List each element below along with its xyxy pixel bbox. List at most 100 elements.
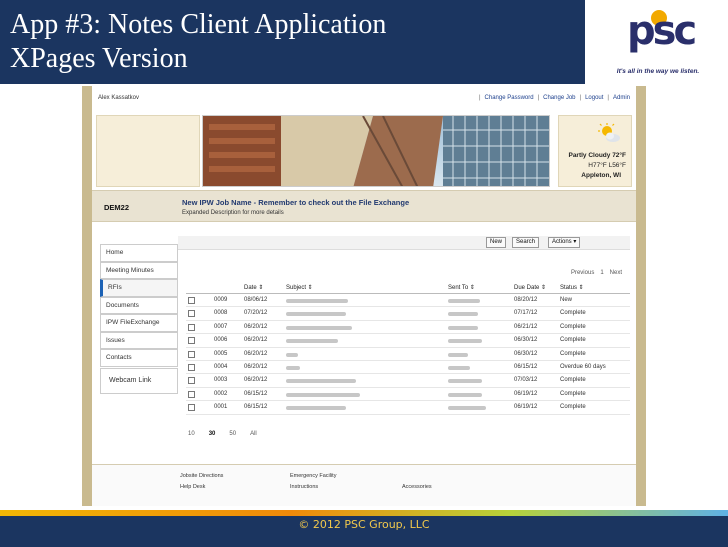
logo-tagline: It's all in the way we listen. (616, 68, 700, 75)
pager-next[interactable]: Next (610, 270, 622, 276)
table-row[interactable]: 0003 06/20/12 07/03/12 Complete (186, 374, 630, 388)
row-checkbox[interactable] (188, 363, 195, 371)
job-bar: DEM22 New IPW Job Name - Remember to che… (92, 190, 636, 222)
row-sent-to-redacted (448, 299, 480, 303)
row-subject-redacted[interactable] (286, 392, 360, 397)
row-date: 07/20/12 (244, 310, 268, 317)
weather-widget: Partly Cloudy 72°F H77°F L56°F Appleton,… (558, 115, 632, 187)
row-subject-redacted[interactable] (286, 406, 346, 411)
table-body: 0009 08/06/12 08/20/12 New 0008 07/20/12 07/17… (186, 294, 630, 415)
nav-item-meeting-minutes[interactable]: Meeting Minutes (100, 261, 178, 279)
app-page: Alex Kassatkov | Change Password | Chang… (92, 86, 636, 506)
row-checkbox[interactable] (188, 350, 195, 358)
pager-previous[interactable]: Previous (571, 270, 594, 276)
page-size-50[interactable]: 50 (229, 431, 236, 437)
col-due-date[interactable]: Due Date ⇕ (514, 284, 546, 291)
table-row[interactable]: 0001 06/15/12 06/19/12 Complete (186, 401, 630, 415)
col-status[interactable]: Status ⇕ (560, 284, 584, 291)
top-bar: Alex Kassatkov | Change Password | Chang… (92, 92, 636, 106)
table-row[interactable]: 0008 07/20/12 07/17/12 Complete (186, 307, 630, 321)
row-number: 0008 (214, 310, 228, 317)
row-checkbox[interactable] (188, 404, 195, 412)
instructions-link[interactable]: Instructions (290, 484, 318, 490)
new-button[interactable]: New (486, 237, 507, 248)
banner-row: Partly Cloudy 72°F H77°F L56°F Appleton,… (92, 112, 636, 190)
row-checkbox[interactable] (188, 337, 195, 345)
table-row[interactable]: 0006 06/20/12 06/30/12 Complete (186, 334, 630, 348)
row-checkbox[interactable] (188, 297, 195, 304)
row-checkbox[interactable] (188, 310, 195, 318)
row-date: 06/20/12 (244, 363, 268, 370)
col-date[interactable]: Date ⇕ (244, 284, 263, 291)
nav-item-ipw-fileexchange[interactable]: IPW FileExchange (100, 314, 178, 332)
pager-page[interactable]: 1 (600, 270, 603, 276)
nav-item-contacts[interactable]: Contacts (100, 349, 178, 367)
row-number: 0006 (214, 337, 228, 344)
row-checkbox[interactable] (188, 390, 195, 398)
help-desk-link[interactable]: Help Desk (180, 484, 205, 490)
row-due-date: 06/19/12 (514, 404, 538, 411)
job-description: Expanded Description for more details (182, 210, 284, 216)
change-password-link[interactable]: Change Password (485, 95, 534, 101)
row-subject-redacted[interactable] (286, 339, 338, 344)
footer-color-band (0, 510, 728, 516)
nav-item-issues[interactable]: Issues (100, 331, 178, 349)
row-sent-to-redacted (448, 379, 482, 384)
row-subject-redacted[interactable] (286, 352, 298, 357)
col-subject[interactable]: Subject ⇕ (286, 284, 313, 291)
jobsite-directions-link[interactable]: Jobsite Directions (180, 473, 223, 479)
row-date: 08/06/12 (244, 297, 268, 303)
left-nav: Home Meeting Minutes RFIs Documents IPW … (100, 244, 178, 394)
table-row[interactable]: 0004 06/20/12 06/15/12 Overdue 60 days (186, 361, 630, 375)
row-due-date: 06/19/12 (514, 390, 538, 397)
row-due-date: 06/30/12 (514, 350, 538, 357)
search-button[interactable]: Search (512, 237, 540, 248)
nav-item-documents[interactable]: Documents (100, 296, 178, 314)
row-subject-redacted[interactable] (286, 299, 348, 303)
row-status: Complete (560, 323, 586, 330)
table-row[interactable]: 0007 06/20/12 06/21/12 Complete (186, 321, 630, 335)
row-date: 06/15/12 (244, 404, 268, 411)
table-row[interactable]: 0005 06/20/12 06/30/12 Complete (186, 348, 630, 361)
row-subject-redacted[interactable] (286, 325, 352, 330)
user-name: Alex Kassatkov (98, 95, 140, 101)
row-subject-redacted[interactable] (286, 312, 346, 317)
banner-logo-area (96, 115, 200, 187)
row-subject-redacted[interactable] (286, 379, 356, 384)
table-row[interactable]: 0009 08/06/12 08/20/12 New (186, 294, 630, 308)
row-subject-redacted[interactable] (286, 365, 300, 370)
row-status: Complete (560, 377, 586, 384)
slide-title-line-2: XPages Version (10, 43, 188, 74)
row-due-date: 06/30/12 (514, 337, 538, 344)
table-row[interactable]: 0002 06/15/12 06/19/12 Complete (186, 388, 630, 402)
top-links: | Change Password | Change Job | Logout … (478, 95, 630, 101)
nav-item-rfis[interactable]: RFIs (100, 279, 178, 297)
page-size-10[interactable]: 10 (188, 431, 195, 437)
psc-logo: psc It's all in the way we listen. (585, 0, 728, 84)
webcam-link[interactable]: Webcam Link (100, 367, 178, 394)
app-window: Alex Kassatkov | Change Password | Chang… (82, 86, 646, 506)
row-number: 0007 (214, 323, 228, 330)
accessories-link[interactable]: Accessories (402, 484, 432, 490)
row-number: 0004 (214, 363, 228, 370)
page-size-all[interactable]: All (250, 431, 257, 437)
row-checkbox[interactable] (188, 323, 195, 331)
emergency-facility-link[interactable]: Emergency Facility (290, 473, 336, 479)
footer-links: Jobsite Directions Help Desk Emergency F… (92, 464, 636, 506)
row-status: Complete (560, 404, 586, 411)
logout-link[interactable]: Logout (585, 95, 603, 101)
row-checkbox[interactable] (188, 377, 195, 385)
slide-title: App #3: Notes Client Application XPages … (10, 8, 570, 76)
rfi-view: New Search Actions ▾ Previous 1 Next Dat… (178, 236, 630, 442)
col-sent-to[interactable]: Sent To ⇕ (448, 284, 475, 291)
row-number: 0001 (214, 404, 228, 411)
admin-link[interactable]: Admin (613, 95, 630, 101)
job-title: New IPW Job Name - Remember to check out… (182, 198, 410, 207)
row-due-date: 06/21/12 (514, 323, 538, 330)
row-status: Complete (560, 350, 586, 357)
row-due-date: 07/17/12 (514, 310, 538, 317)
actions-button[interactable]: Actions ▾ (548, 237, 581, 248)
page-size-30[interactable]: 30 (209, 431, 216, 437)
change-job-link[interactable]: Change Job (543, 95, 575, 101)
nav-item-home[interactable]: Home (100, 244, 178, 262)
